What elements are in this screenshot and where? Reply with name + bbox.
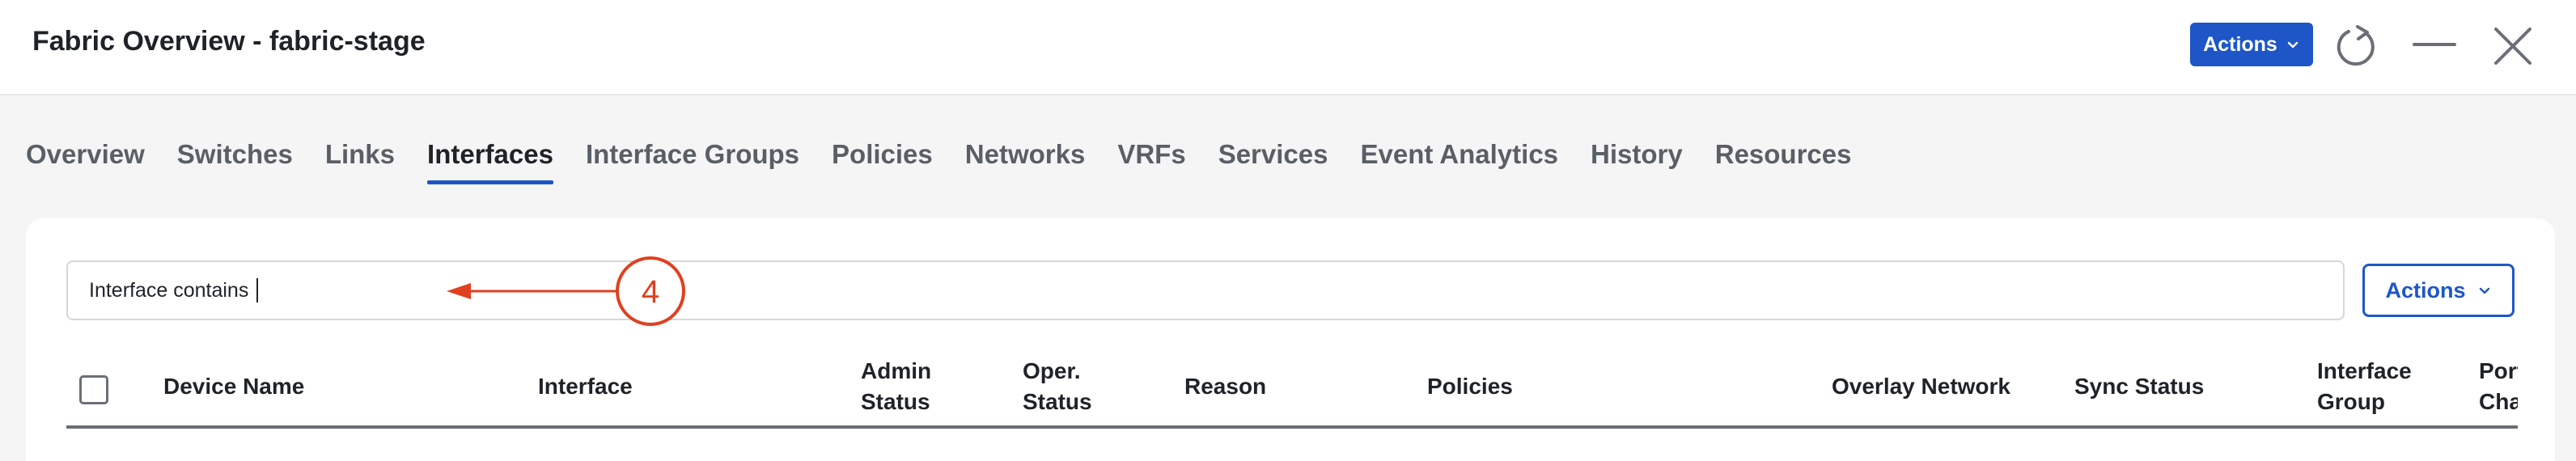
window-header: Fabric Overview - fabric-stage Actions — [0, 0, 2576, 95]
minimize-icon[interactable] — [2411, 23, 2458, 70]
column-header-interface-group[interactable]: Interface Group — [2317, 348, 2412, 425]
annotation-arrowhead — [447, 283, 471, 299]
tab-networks[interactable]: Networks — [965, 136, 1086, 188]
tab-interfaces[interactable]: Interfaces — [427, 136, 553, 188]
select-all-checkbox[interactable] — [79, 375, 108, 404]
column-header-label: Oper. — [1023, 358, 1081, 383]
column-header-label: Status — [861, 389, 930, 414]
header-actions-button[interactable]: Actions — [2190, 23, 2313, 66]
column-header-label: Port — [2479, 358, 2518, 383]
column-header-label: Channel — [2479, 389, 2518, 414]
column-header-policies[interactable]: Policies — [1427, 348, 1513, 425]
annotation-number: 4 — [642, 274, 659, 310]
column-header-label: Device Name — [163, 374, 305, 399]
column-header-overlay-network[interactable]: Overlay Network — [1832, 348, 2010, 425]
column-header-oper-status[interactable]: Oper. Status — [1023, 348, 1092, 425]
chevron-down-icon — [2479, 287, 2489, 294]
tab-switches[interactable]: Switches — [177, 136, 293, 188]
column-header-label: Interface — [538, 374, 633, 399]
tab-resources[interactable]: Resources — [1715, 136, 1852, 188]
tab-overview[interactable]: Overview — [26, 136, 145, 188]
tab-links[interactable]: Links — [325, 136, 395, 188]
tab-history[interactable]: History — [1591, 136, 1683, 188]
fabric-tabs: Overview Switches Links Interfaces Inter… — [26, 136, 1884, 188]
filter-input[interactable]: Interface contains — [66, 260, 2345, 320]
column-header-label: Admin — [861, 358, 932, 383]
page-title: Fabric Overview - fabric-stage — [32, 26, 426, 57]
column-header-label: Status — [1023, 389, 1092, 414]
tab-event-analytics[interactable]: Event Analytics — [1360, 136, 1558, 188]
interfaces-card: Interface contains 4 Actions Device Name… — [26, 218, 2555, 461]
filter-input-value: Interface contains — [89, 278, 249, 302]
column-header-label: Interface — [2317, 358, 2412, 383]
tab-services[interactable]: Services — [1218, 136, 1328, 188]
column-header-admin-status[interactable]: Admin Status — [861, 348, 931, 425]
header-actions-label: Actions — [2203, 32, 2277, 56]
chevron-down-icon — [2287, 41, 2298, 49]
column-header-label: Policies — [1427, 374, 1513, 399]
column-header-port-channel[interactable]: Port Channel — [2479, 348, 2518, 425]
tab-interface-groups[interactable]: Interface Groups — [586, 136, 799, 188]
column-header-device-name[interactable]: Device Name — [163, 348, 304, 425]
table-actions-button[interactable]: Actions — [2362, 264, 2515, 317]
column-header-label: Sync Status — [2074, 374, 2205, 399]
column-header-interface[interactable]: Interface — [538, 348, 633, 425]
text-cursor — [256, 278, 259, 302]
column-header-reason[interactable]: Reason — [1184, 348, 1266, 425]
tab-policies[interactable]: Policies — [832, 136, 933, 188]
annotation-callout: 4 — [447, 256, 685, 326]
column-header-sync-status[interactable]: Sync Status — [2074, 348, 2204, 425]
column-header-label: Group — [2317, 389, 2385, 414]
table-header: Device Name Interface Admin Status Oper.… — [66, 348, 2518, 429]
refresh-icon[interactable] — [2332, 23, 2379, 70]
column-header-label: Reason — [1184, 374, 1267, 399]
tab-vrfs[interactable]: VRFs — [1117, 136, 1185, 188]
table-actions-label: Actions — [2385, 277, 2466, 302]
column-header-label: Overlay Network — [1832, 374, 2010, 399]
close-icon[interactable] — [2489, 23, 2536, 70]
